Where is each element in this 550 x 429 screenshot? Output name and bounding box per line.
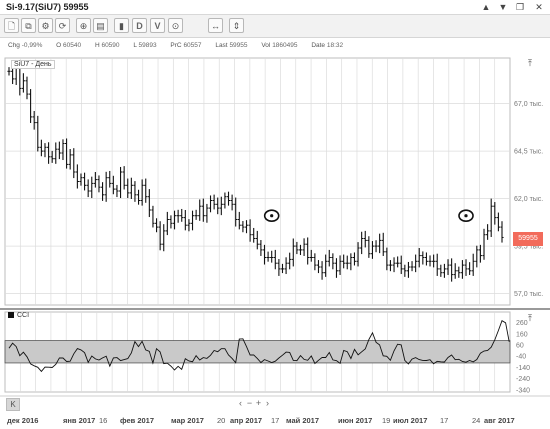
zoom-out-icon[interactable]: − — [245, 398, 254, 408]
cci-tick-label: -40 — [516, 354, 526, 361]
cci-tick-label: 160 — [516, 331, 528, 338]
x-axis-label: фев 2017 — [120, 416, 154, 425]
x-axis-label: 16 — [99, 416, 107, 425]
x-axis-label: июн 2017 — [338, 416, 372, 425]
x-axis-label: мар 2017 — [171, 416, 204, 425]
x-axis-label: май 2017 — [286, 416, 319, 425]
cci-tick-label: -340 — [516, 387, 530, 394]
x-axis-label: 19 — [382, 416, 390, 425]
x-axis-label: 20 — [217, 416, 225, 425]
scroll-left-icon[interactable]: ‹ — [236, 398, 245, 408]
last-price-badge: 59955 — [513, 232, 543, 246]
cci-legend[interactable]: CCI — [8, 312, 29, 319]
annotation-dot — [270, 214, 274, 218]
cci-tick-label: 60 — [516, 343, 524, 350]
k-button[interactable]: K — [6, 398, 20, 411]
x-axis-label: авг 2017 — [484, 416, 515, 425]
annotation-dot — [464, 214, 468, 218]
cci-swatch — [8, 312, 14, 318]
cci-band — [4, 340, 511, 364]
x-axis-label: янв 2017 — [63, 416, 95, 425]
price-tick-label: 64,5 тыс. — [514, 149, 543, 156]
cci-tick-label: 260 — [516, 320, 528, 327]
x-axis-label: дек 2016 — [7, 416, 38, 425]
price-tick-label: 57,0 тыс. — [514, 291, 543, 298]
cci-tick-label: -140 — [516, 365, 530, 372]
chart-canvas[interactable]: 67,0 тыс.64,5 тыс.62,0 тыс.59,5 тыс.57,0… — [0, 0, 550, 429]
price-tick-label: 67,0 тыс. — [514, 101, 543, 108]
x-axis-label: 17 — [271, 416, 279, 425]
scroll-nav[interactable]: ‹ − + › — [236, 398, 272, 410]
x-axis-label: апр 2017 — [230, 416, 262, 425]
pin-icon[interactable]: ⤒ — [528, 313, 532, 324]
cci-label: CCI — [17, 312, 30, 319]
pin-icon[interactable]: ⤒ — [528, 58, 532, 69]
main-chart-legend[interactable]: SiU7 - День — [11, 60, 55, 69]
x-axis-label: 24 — [472, 416, 480, 425]
x-axis-label: июл 2017 — [393, 416, 427, 425]
cci-tick-label: -240 — [516, 376, 530, 383]
zoom-in-icon[interactable]: + — [254, 398, 263, 408]
scroll-right-icon[interactable]: › — [263, 398, 272, 408]
x-axis-label: 17 — [440, 416, 448, 425]
price-tick-label: 62,0 тыс. — [514, 196, 543, 203]
